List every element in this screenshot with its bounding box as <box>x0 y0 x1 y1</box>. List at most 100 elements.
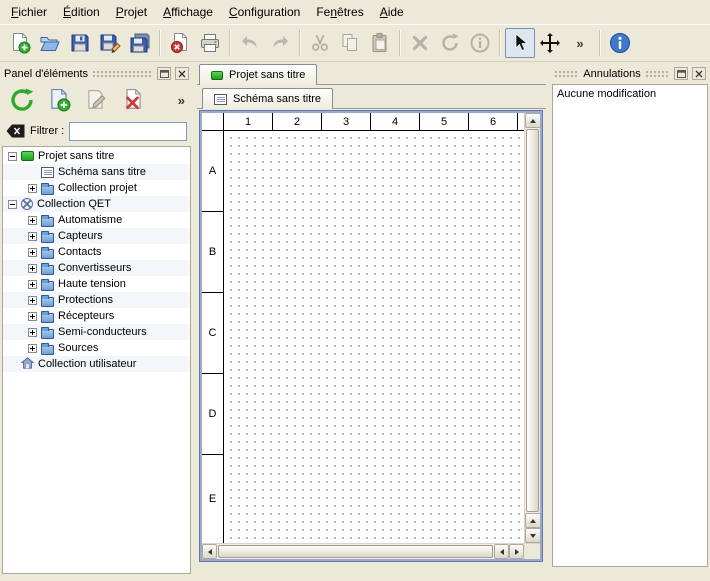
new-document-button[interactable] <box>5 28 35 58</box>
vertical-scroll-track[interactable] <box>525 128 540 513</box>
rotate-button[interactable] <box>435 28 465 58</box>
filter-row: Filtrer : <box>1 118 192 144</box>
tree-item-haute-tension[interactable]: Haute tension <box>3 276 190 292</box>
toolbar-separator <box>599 30 601 56</box>
delete-icon <box>409 32 431 54</box>
reload-collections-button[interactable] <box>8 86 36 114</box>
arrow-right-icon <box>515 549 519 555</box>
tab-schema-sans-titre[interactable]: Schéma sans titre <box>202 88 333 109</box>
vertical-scroll-thumb[interactable] <box>526 129 539 512</box>
tree-item-label: Protections <box>58 294 117 306</box>
elements-tree: Projet sans titre Schéma sans titre Coll… <box>2 146 191 574</box>
tree-expand-toggle[interactable] <box>28 216 37 225</box>
panel-toolbar-overflow-button[interactable]: » <box>178 93 185 108</box>
tree-item-schema[interactable]: Schéma sans titre <box>3 164 190 180</box>
cut-button[interactable] <box>305 28 335 58</box>
close-file-icon <box>169 32 191 54</box>
filter-input[interactable] <box>69 122 187 141</box>
new-element-icon <box>47 88 71 112</box>
dock-drag-handle[interactable] <box>554 70 579 78</box>
tree-expand-toggle[interactable] <box>28 184 37 193</box>
menu-projet[interactable]: Projet <box>108 1 155 23</box>
schema-tab-bar: Schéma sans titre <box>197 85 546 109</box>
folder-icon <box>41 345 54 355</box>
scroll-right-button[interactable] <box>509 544 524 559</box>
tree-expand-toggle[interactable] <box>28 232 37 241</box>
menu-fichier[interactable]: Fichier <box>3 1 55 23</box>
print-button[interactable] <box>195 28 225 58</box>
tree-collapse-toggle[interactable] <box>8 152 17 161</box>
new-element-button[interactable] <box>45 86 73 114</box>
tree-item-capteurs[interactable]: Capteurs <box>3 228 190 244</box>
scroll-up-button[interactable] <box>525 113 540 128</box>
menu-fenetres[interactable]: Fenêtres <box>308 1 371 23</box>
row-header: B <box>202 212 223 293</box>
horizontal-scroll-thumb[interactable] <box>218 545 493 558</box>
dock-drag-handle[interactable] <box>645 70 670 78</box>
save-button[interactable] <box>65 28 95 58</box>
tree-expand-toggle[interactable] <box>28 280 37 289</box>
menu-configuration[interactable]: Configuration <box>221 1 308 23</box>
diagram-canvas[interactable]: 1 2 3 4 5 6 A B C <box>202 113 524 543</box>
scroll-left-button[interactable] <box>202 544 217 559</box>
tree-item-label: Haute tension <box>58 278 130 290</box>
tree-item-automatisme[interactable]: Automatisme <box>3 212 190 228</box>
scroll-left-button-2[interactable] <box>494 544 509 559</box>
open-project-button[interactable] <box>35 28 65 58</box>
conductor-info-button[interactable] <box>465 28 495 58</box>
save-all-button[interactable] <box>125 28 155 58</box>
horizontal-scrollbar[interactable] <box>202 544 524 559</box>
tree-item-recepteurs[interactable]: Récepteurs <box>3 308 190 324</box>
tree-item-semi-conducteurs[interactable]: Semi-conducteurs <box>3 324 190 340</box>
tree-item-project[interactable]: Projet sans titre <box>3 148 190 164</box>
dock-drag-handle[interactable] <box>92 70 153 78</box>
tree-item-collection-qet[interactable]: Collection QET <box>3 196 190 212</box>
undo-history-list[interactable]: Aucune modification <box>552 84 708 567</box>
tree-expand-toggle[interactable] <box>28 264 37 273</box>
select-tool-button[interactable] <box>505 28 535 58</box>
tree-expand-toggle[interactable] <box>28 328 37 337</box>
horizontal-scroll-track[interactable] <box>217 544 494 559</box>
menu-edition[interactable]: Édition <box>55 1 108 23</box>
tree-expand-toggle[interactable] <box>28 296 37 305</box>
tree-expand-toggle[interactable] <box>28 344 37 353</box>
scroll-down-button[interactable] <box>525 528 540 543</box>
toolbar-overflow-button[interactable]: » <box>565 28 595 58</box>
dock-float-button[interactable] <box>157 67 171 80</box>
tab-projet-sans-titre[interactable]: Projet sans titre <box>199 64 317 85</box>
tree-expand-toggle[interactable] <box>28 248 37 257</box>
menu-affichage[interactable]: Affichage <box>155 1 221 23</box>
menu-aide[interactable]: Aide <box>372 1 412 23</box>
row-header: E <box>202 455 223 543</box>
dock-close-button[interactable] <box>692 67 706 80</box>
tree-item-convertisseurs[interactable]: Convertisseurs <box>3 260 190 276</box>
copy-icon <box>339 32 361 54</box>
redo-button[interactable] <box>265 28 295 58</box>
tree-collapse-toggle[interactable] <box>8 200 17 209</box>
elements-panel-header: Panel d'éléments <box>1 65 192 82</box>
close-file-button[interactable] <box>165 28 195 58</box>
about-button[interactable] <box>605 28 635 58</box>
vertical-scrollbar[interactable] <box>524 113 540 543</box>
dock-close-button[interactable] <box>175 67 189 80</box>
paste-button[interactable] <box>365 28 395 58</box>
copy-button[interactable] <box>335 28 365 58</box>
clear-filter-button[interactable] <box>6 124 25 138</box>
tree-item-sources[interactable]: Sources <box>3 340 190 356</box>
save-icon <box>69 32 91 54</box>
scroll-up-button-2[interactable] <box>525 513 540 528</box>
delete-button[interactable] <box>405 28 435 58</box>
tree-item-collection-projet[interactable]: Collection projet <box>3 180 190 196</box>
tree-expand-toggle[interactable] <box>28 312 37 321</box>
dot-grid-canvas[interactable] <box>224 131 524 543</box>
save-as-button[interactable] <box>95 28 125 58</box>
tree-item-label: Collection projet <box>58 182 141 194</box>
tree-item-protections[interactable]: Protections <box>3 292 190 308</box>
delete-element-button[interactable] <box>119 86 147 114</box>
move-tool-button[interactable] <box>535 28 565 58</box>
dock-float-button[interactable] <box>674 67 688 80</box>
tree-item-contacts[interactable]: Contacts <box>3 244 190 260</box>
edit-element-button[interactable] <box>82 86 110 114</box>
tree-item-collection-utilisateur[interactable]: Collection utilisateur <box>3 356 190 372</box>
undo-button[interactable] <box>235 28 265 58</box>
